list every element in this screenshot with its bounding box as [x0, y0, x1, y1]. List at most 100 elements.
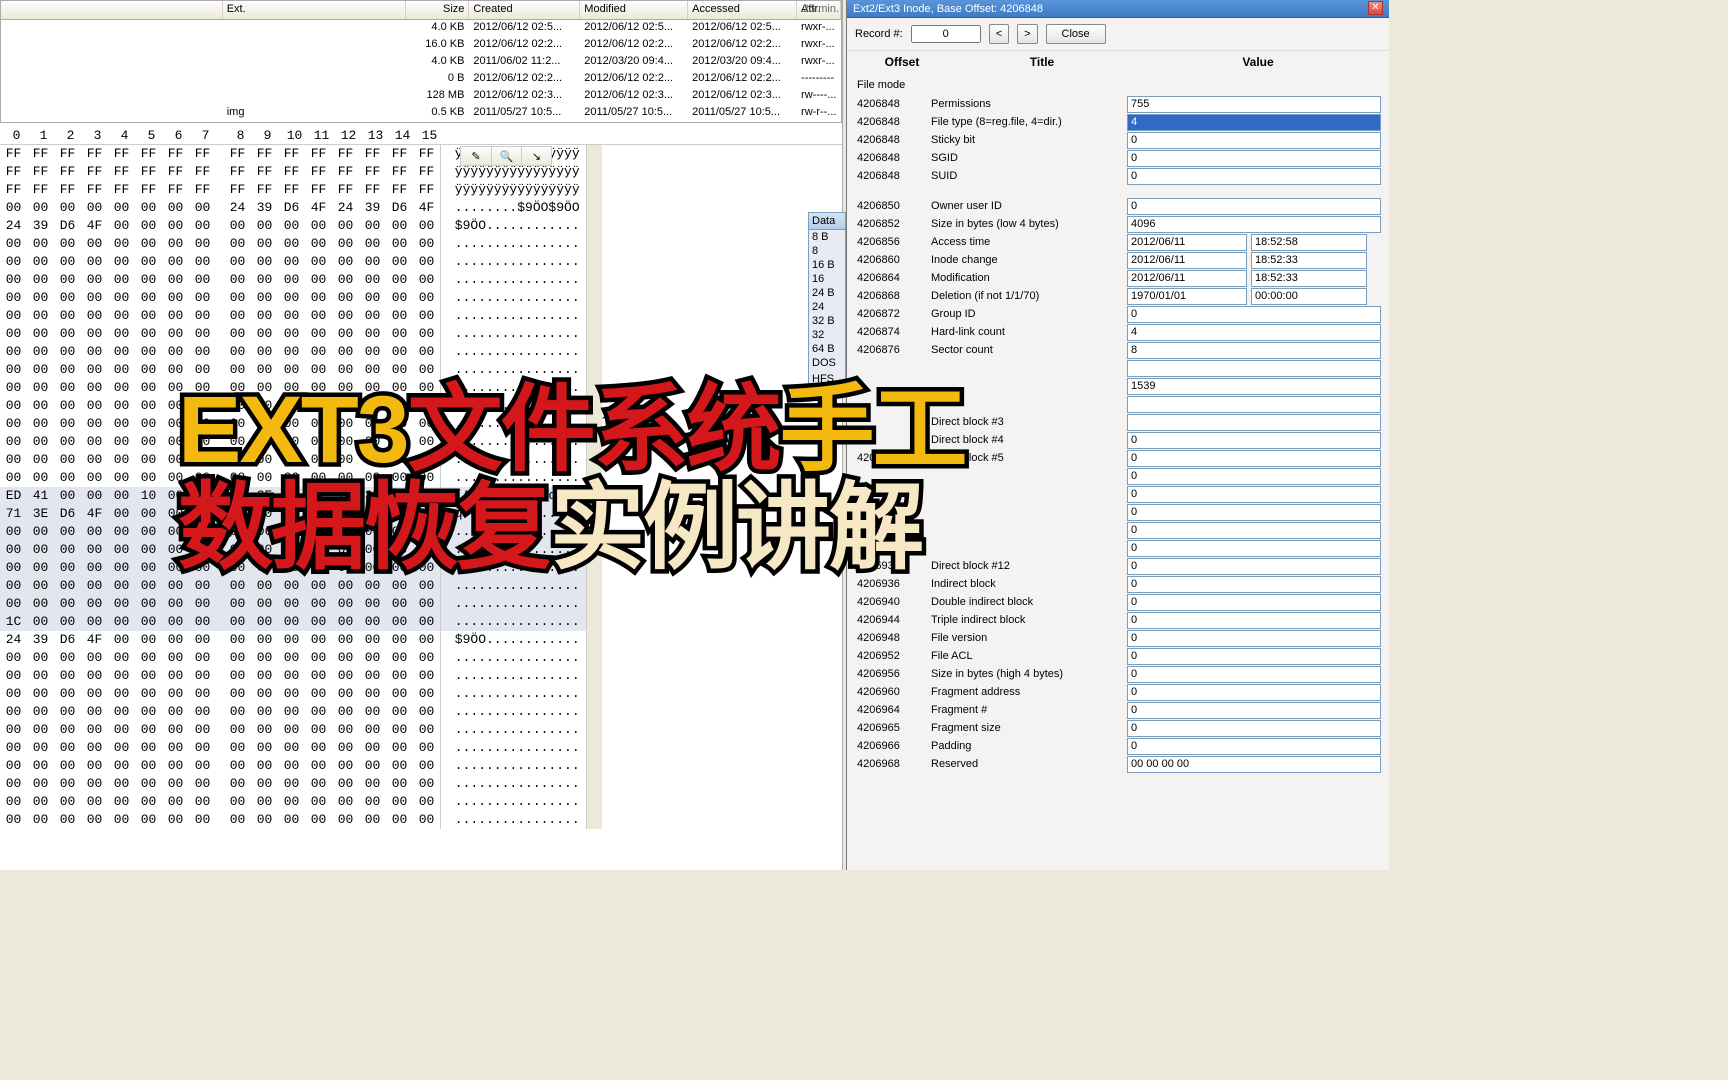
hex-row[interactable]: 00000000000000000000000000000000 .......… [0, 595, 586, 613]
inode-value-input[interactable] [1127, 648, 1381, 665]
hex-row[interactable]: 00000000000000000000000000000000 .......… [0, 451, 586, 469]
inode-value-input[interactable] [1127, 342, 1381, 359]
inode-value-input[interactable] [1127, 132, 1381, 149]
arrow-icon[interactable]: ↘ [521, 147, 551, 165]
hex-body[interactable]: FFFFFFFFFFFFFFFFFFFFFFFFFFFFFFFF ÿÿÿÿÿÿÿ… [0, 145, 586, 829]
table-row[interactable]: img0.5 KB2011/05/27 10:5...2011/05/27 10… [1, 105, 841, 122]
col-created[interactable]: Created [469, 1, 580, 19]
inode-value-input[interactable] [1127, 150, 1381, 167]
table-row[interactable]: 4.0 KB2011/06/02 11:2...2012/03/20 09:4.… [1, 54, 841, 71]
hex-row[interactable]: 00000000000000000000000000000000 .......… [0, 703, 586, 721]
inode-value-input[interactable] [1127, 432, 1381, 449]
inode-value-input[interactable] [1127, 630, 1381, 647]
hex-row[interactable]: 00000000000000000000000000000000 .......… [0, 667, 586, 685]
inode-value-input[interactable] [1127, 738, 1381, 755]
hex-row[interactable]: 00000000000000000000000000000000 .......… [0, 775, 586, 793]
hex-row[interactable]: 00000000000000000000000000000000 .......… [0, 415, 586, 433]
hex-row[interactable]: 00000000000000000000000000000000 .......… [0, 811, 586, 829]
inode-value-input[interactable] [1127, 666, 1381, 683]
inode-value-input[interactable] [1127, 360, 1381, 377]
inode-value-time[interactable] [1251, 234, 1367, 251]
hex-row[interactable]: 00000000000000000000000000000000 .......… [0, 271, 586, 289]
hex-row[interactable]: 00000000000000000000000000000000 .......… [0, 361, 586, 379]
hex-row[interactable]: 2439D64F000000000000000000000000 $9ÖO...… [0, 217, 586, 235]
inode-value-input[interactable] [1127, 684, 1381, 701]
table-row[interactable]: 4.0 KB2012/06/12 02:5...2012/06/12 02:5.… [1, 20, 841, 37]
inode-value-date[interactable] [1127, 234, 1247, 251]
data-interpreter[interactable]: Data 8 B816 B1624 B2432 B3264 BDOSHFS [808, 212, 846, 392]
hex-row[interactable]: ED410000001000008A3ED64F713ED64F íA.....… [0, 487, 586, 505]
inode-value-date[interactable] [1127, 270, 1247, 287]
file-table-header[interactable]: Ext. Size Created Modified Accessed Attr… [1, 1, 841, 20]
hex-row[interactable]: 00000000000000000000000000000000 .......… [0, 325, 586, 343]
inode-value-input[interactable] [1127, 702, 1381, 719]
inode-value-input[interactable] [1127, 198, 1381, 215]
inode-value-input[interactable] [1127, 324, 1381, 341]
inode-value-input[interactable] [1127, 576, 1381, 593]
inode-value-input[interactable] [1127, 396, 1381, 413]
hex-row[interactable]: 00000000000000000000000000000000 .......… [0, 307, 586, 325]
table-row[interactable]: 0 B2012/06/12 02:2...2012/06/12 02:2...2… [1, 71, 841, 88]
hex-row[interactable]: 00000000000000000000000000000000 .......… [0, 649, 586, 667]
hex-row[interactable]: 00000000000000000306000000000000 .......… [0, 523, 586, 541]
inode-value-input[interactable] [1127, 756, 1381, 773]
inode-value-input[interactable] [1127, 306, 1381, 323]
window-close-icon[interactable]: ✕ [1368, 1, 1383, 15]
col-accessed[interactable]: Accessed [688, 1, 797, 19]
next-button[interactable]: > [1017, 24, 1037, 44]
hex-row[interactable]: 1C000000000000000000000000000000 .......… [0, 613, 586, 631]
hex-row[interactable]: 00000000000000000000000000000000 .......… [0, 379, 586, 397]
inode-value-input[interactable] [1127, 612, 1381, 629]
inode-value-input[interactable] [1127, 114, 1381, 131]
hex-row[interactable]: 00000000000000000000000000000000 .......… [0, 253, 586, 271]
hex-row[interactable]: 00000000000000000000000000000000 .......… [0, 397, 586, 415]
hex-row[interactable]: 00000000000000000000000000000000 .......… [0, 289, 586, 307]
hex-row[interactable]: 00000000000000002439D64F2439D64F .......… [0, 199, 586, 217]
inode-value-input[interactable] [1127, 450, 1381, 467]
hex-row[interactable]: 00000000000000000000000000000000 .......… [0, 343, 586, 361]
inode-value-date[interactable] [1127, 252, 1247, 269]
inode-value-input[interactable] [1127, 558, 1381, 575]
inode-value-date[interactable] [1127, 288, 1247, 305]
inode-value-input[interactable] [1127, 96, 1381, 113]
inode-value-time[interactable] [1251, 288, 1367, 305]
col-modified[interactable]: Modified [580, 1, 688, 19]
hex-scrollbar[interactable] [586, 145, 602, 829]
col-size[interactable]: Size [406, 1, 470, 19]
record-input[interactable] [911, 25, 981, 43]
zoom-icon[interactable]: 🔍 [491, 147, 521, 165]
prev-button[interactable]: < [989, 24, 1009, 44]
inode-value-input[interactable] [1127, 720, 1381, 737]
table-row[interactable]: 16.0 KB2012/06/12 02:2...2012/06/12 02:2… [1, 37, 841, 54]
table-row[interactable]: 128 MB2012/06/12 02:3...2012/06/12 02:3.… [1, 88, 841, 105]
inode-value-input[interactable] [1127, 540, 1381, 557]
hex-row[interactable]: 00000000000000000000000000000000 .......… [0, 541, 586, 559]
inode-value-input[interactable] [1127, 216, 1381, 233]
inode-value-time[interactable] [1251, 270, 1367, 287]
close-button[interactable]: Close [1046, 24, 1106, 44]
hex-row[interactable]: 713ED64F000000000000040008000000 q>ÖO...… [0, 505, 586, 523]
inode-value-input[interactable] [1127, 468, 1381, 485]
inode-value-input[interactable] [1127, 504, 1381, 521]
inode-value-time[interactable] [1251, 252, 1367, 269]
col-ext[interactable]: Ext. [223, 1, 406, 19]
hex-row[interactable]: 00000000000000000000000000000000 .......… [0, 433, 586, 451]
inode-value-input[interactable] [1127, 522, 1381, 539]
hex-row[interactable]: 2439D64F000000000000000000000000 $9ÖO...… [0, 631, 586, 649]
hex-row[interactable]: 00000000000000000000000000000000 .......… [0, 757, 586, 775]
hex-row[interactable]: 00000000000000000000000000000000 .......… [0, 721, 586, 739]
hex-row[interactable]: 00000000000000000000000000000000 .......… [0, 469, 586, 487]
hex-row[interactable]: 00000000000000000000000000000000 .......… [0, 685, 586, 703]
hex-row[interactable]: 00000000000000000000000000000000 .......… [0, 559, 586, 577]
inode-value-input[interactable] [1127, 414, 1381, 431]
hex-row[interactable]: 00000000000000000000000000000000 .......… [0, 235, 586, 253]
hex-row[interactable]: 00000000000000000000000000000000 .......… [0, 739, 586, 757]
inode-value-input[interactable] [1127, 378, 1381, 395]
hex-row[interactable]: FFFFFFFFFFFFFFFFFFFFFFFFFFFFFFFF ÿÿÿÿÿÿÿ… [0, 181, 586, 199]
pencil-icon[interactable]: ✎ [461, 147, 491, 165]
hex-row[interactable]: 00000000000000000000000000000000 .......… [0, 577, 586, 595]
col-name[interactable] [1, 1, 223, 19]
hex-row[interactable]: 00000000000000000000000000000000 .......… [0, 793, 586, 811]
inode-value-input[interactable] [1127, 594, 1381, 611]
inode-value-input[interactable] [1127, 168, 1381, 185]
